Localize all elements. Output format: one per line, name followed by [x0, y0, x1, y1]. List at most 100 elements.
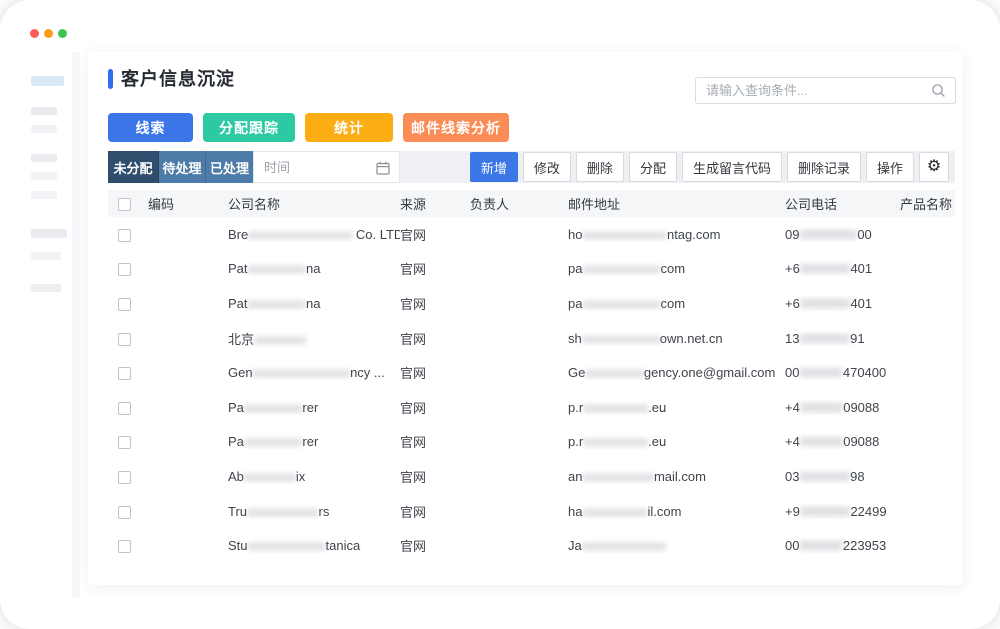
redacted-text: 0000000 — [800, 296, 851, 311]
cell-text: 98 — [850, 469, 864, 484]
cell-source: 官网 — [400, 329, 470, 348]
window-maximize-button[interactable] — [58, 29, 67, 38]
row-checkbox[interactable] — [118, 402, 131, 415]
cell-source: 官网 — [400, 259, 470, 278]
nav-button-email-lead-analysis[interactable]: 邮件线索分析 — [403, 113, 509, 142]
table-row[interactable]: Stuxxxxxxxxxxxxtanica 官网 Jaxxxxxxxxxxxxx… — [108, 528, 955, 563]
redacted-text: xxxxxxxxxxx — [582, 469, 654, 484]
cell-source: 官网 — [400, 536, 470, 555]
table-header: 编码 公司名称 来源 负责人 邮件地址 公司电话 产品名称 — [108, 190, 955, 217]
row-checkbox[interactable] — [118, 333, 131, 346]
cell-source: 官网 — [400, 432, 470, 451]
cell-text: Gen — [228, 365, 253, 380]
table-row[interactable]: Abxxxxxxxxix 官网 anxxxxxxxxxxxmail.com 03… — [108, 459, 955, 494]
header-email: 邮件地址 — [568, 194, 785, 213]
cell-text: 北京 — [228, 332, 254, 347]
cell-email: Gexxxxxxxxxgency.one@gmail.com — [568, 365, 785, 380]
cell-text: ncy ... — [350, 365, 385, 380]
cell-email: hoxxxxxxxxxxxxxntag.com — [568, 227, 785, 242]
cell-source: 官网 — [400, 398, 470, 417]
cell-company-name: Truxxxxxxxxxxxrs — [228, 504, 400, 519]
nav-button-leads[interactable]: 线索 — [108, 113, 193, 142]
table-row[interactable]: 北京xxxxxxxx 官网 shxxxxxxxxxxxxown.net.cn 1… — [108, 321, 955, 356]
row-checkbox[interactable] — [118, 540, 131, 553]
table-row[interactable]: Truxxxxxxxxxxxrs 官网 haxxxxxxxxxxil.com +… — [108, 494, 955, 529]
redacted-text: 0000000 — [800, 504, 851, 519]
cell-email: anxxxxxxxxxxxmail.com — [568, 469, 785, 484]
cell-text: Pat — [228, 296, 248, 311]
cell-source: 官网 — [400, 502, 470, 521]
edit-button[interactable]: 修改 — [523, 152, 571, 182]
cell-text: il.com — [647, 504, 681, 519]
cell-text: 13 — [785, 331, 799, 346]
cell-text: 03 — [785, 469, 799, 484]
app-window: 客户信息沉淀 线索 分配跟踪 统计 邮件线索分析 未分配 待处理 已处理 — [0, 0, 1000, 629]
cell-email: p.rxxxxxxxxxx.eu — [568, 434, 785, 449]
redacted-text: xxxxxxxxxxxx — [582, 296, 660, 311]
time-filter-field — [253, 151, 400, 183]
cell-text: Stu — [228, 538, 248, 553]
cell-text: na — [306, 296, 320, 311]
generate-message-code-button[interactable]: 生成留言代码 — [682, 152, 782, 182]
row-checkbox[interactable] — [118, 471, 131, 484]
redacted-text: 0000000 — [800, 261, 851, 276]
row-checkbox[interactable] — [118, 263, 131, 276]
search-input[interactable] — [706, 79, 921, 102]
cell-text: +4 — [785, 400, 800, 415]
redacted-text: xxxxxxxxxxxxx — [582, 538, 667, 553]
table-row[interactable]: Patxxxxxxxxxna 官网 paxxxxxxxxxxxxcom +600… — [108, 252, 955, 287]
redacted-text: 000000 — [800, 400, 843, 415]
redacted-text: xxxxxxxxx — [248, 261, 307, 276]
delete-record-button[interactable]: 删除记录 — [787, 152, 861, 182]
nav-button-statistics[interactable]: 统计 — [305, 113, 393, 142]
row-checkbox[interactable] — [118, 506, 131, 519]
table-row[interactable]: Paxxxxxxxxxrer 官网 p.rxxxxxxxxxx.eu +4000… — [108, 425, 955, 460]
window-close-button[interactable] — [30, 29, 39, 38]
cell-company-name: Genxxxxxxxxxxxxxxxncy ... — [228, 365, 400, 380]
add-button[interactable]: 新增 — [470, 152, 518, 182]
redacted-text: xxxxxxxx — [244, 469, 296, 484]
search-box — [695, 77, 956, 104]
select-all-checkbox[interactable] — [118, 198, 131, 211]
customer-table: 编码 公司名称 来源 负责人 邮件地址 公司电话 产品名称 Brexxxxxxx… — [108, 190, 955, 563]
search-icon[interactable] — [931, 83, 946, 98]
redacted-text: xxxxxxxxxxx — [247, 504, 319, 519]
cell-email: shxxxxxxxxxxxxown.net.cn — [568, 331, 785, 346]
time-filter-input[interactable] — [264, 154, 369, 180]
tab-processed[interactable]: 已处理 — [206, 151, 253, 183]
cell-text: Pat — [228, 261, 248, 276]
cell-text: ho — [568, 227, 582, 242]
table-row[interactable]: Brexxxxxxxxxxxxxxxx Co. LTD 官网 hoxxxxxxx… — [108, 217, 955, 252]
cell-text: Ja — [568, 538, 582, 553]
window-minimize-button[interactable] — [44, 29, 53, 38]
redacted-text: xxxxxxxxxxxx — [248, 538, 326, 553]
cell-text: 91 — [850, 331, 864, 346]
tab-pending[interactable]: 待处理 — [159, 151, 206, 183]
operate-button[interactable]: 操作 — [866, 152, 914, 182]
assign-button[interactable]: 分配 — [629, 152, 677, 182]
delete-button[interactable]: 删除 — [576, 152, 624, 182]
table-row[interactable]: Genxxxxxxxxxxxxxxxncy ... 官网 Gexxxxxxxxx… — [108, 355, 955, 390]
gear-icon[interactable]: ⚙ — [919, 152, 949, 182]
cell-text: rs — [319, 504, 330, 519]
row-checkbox[interactable] — [118, 436, 131, 449]
redacted-text: xxxxxxxxx — [585, 365, 644, 380]
cell-company-name: Paxxxxxxxxxrer — [228, 400, 400, 415]
cell-text: 223953 — [843, 538, 886, 553]
table-row[interactable]: Paxxxxxxxxxrer 官网 p.rxxxxxxxxxx.eu +4000… — [108, 390, 955, 425]
row-checkbox[interactable] — [118, 367, 131, 380]
cell-text: 00 — [785, 365, 799, 380]
main-panel: 客户信息沉淀 线索 分配跟踪 统计 邮件线索分析 未分配 待处理 已处理 — [88, 52, 963, 585]
table-row[interactable]: Patxxxxxxxxxna 官网 paxxxxxxxxxxxxcom +600… — [108, 286, 955, 321]
redacted-text: xxxxxxxxxxxx — [582, 261, 660, 276]
nav-button-assign-track[interactable]: 分配跟踪 — [203, 113, 295, 142]
row-checkbox[interactable] — [118, 298, 131, 311]
calendar-icon[interactable] — [376, 161, 390, 175]
header-product-name: 产品名称 — [900, 194, 955, 213]
redacted-text: xxxxxxxxx — [244, 434, 303, 449]
cell-email: p.rxxxxxxxxxx.eu — [568, 400, 785, 415]
tab-unassigned[interactable]: 未分配 — [108, 151, 159, 183]
cell-text: 09088 — [843, 400, 879, 415]
filter-toolbar: 未分配 待处理 已处理 新增 修改 删除 分配 生成留言代码 删除记录 — [108, 151, 955, 183]
row-checkbox[interactable] — [118, 229, 131, 242]
